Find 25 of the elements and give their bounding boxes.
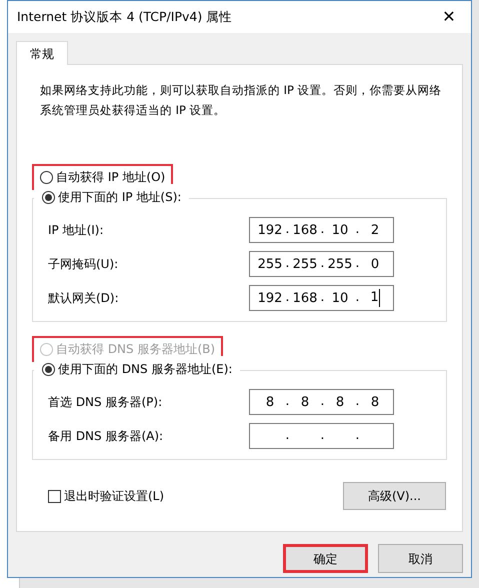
checkbox[interactable]: [48, 490, 61, 502]
radio-button[interactable]: [42, 190, 55, 204]
checkbox-label[interactable]: 退出时验证设置(L): [64, 487, 164, 505]
radio-button[interactable]: [42, 362, 55, 376]
field-label: 首选 DNS 服务器(P):: [48, 394, 162, 411]
field-label: 子网掩码(U):: [48, 256, 118, 273]
radio-button[interactable]: [40, 170, 53, 184]
radio-label[interactable]: 使用下面的 IP 地址(S):: [58, 188, 182, 206]
ip-address-field[interactable]: 255 . 255 . 255 . 0: [249, 251, 394, 277]
ip-address-field[interactable]: 192 . 168 . 10 . 2: [249, 217, 394, 243]
advanced-button[interactable]: 高级(V)...: [343, 482, 446, 510]
ip-address-field[interactable]: . . .: [249, 423, 394, 449]
field-label: 默认网关(D):: [48, 290, 119, 307]
general-tab[interactable]: 常规: [16, 41, 68, 65]
window-title: Internet 协议版本 4 (TCP/IPv4) 属性: [17, 8, 232, 26]
radio-label[interactable]: 使用下面的 DNS 服务器地址(E):: [58, 360, 232, 378]
field-label: IP 地址(I):: [48, 222, 104, 239]
ip-address-field[interactable]: 8 . 8 . 8 . 8: [249, 389, 394, 415]
radio-label[interactable]: 自动获得 IP 地址(O): [56, 168, 166, 186]
cancel-button[interactable]: 取消: [378, 544, 463, 573]
close-button[interactable]: ✕: [427, 1, 471, 33]
ok-button[interactable]: 确定: [283, 544, 368, 573]
ip-address-field[interactable]: 192 . 168 . 10 . 1: [249, 285, 394, 311]
field-label: 备用 DNS 服务器(A):: [48, 428, 164, 445]
description-text: 如果网络支持此功能，则可以获取自动指派的 IP 设置。否则，你需要从网络系统管理员处获得适当的 IP 设置。: [39, 82, 443, 119]
